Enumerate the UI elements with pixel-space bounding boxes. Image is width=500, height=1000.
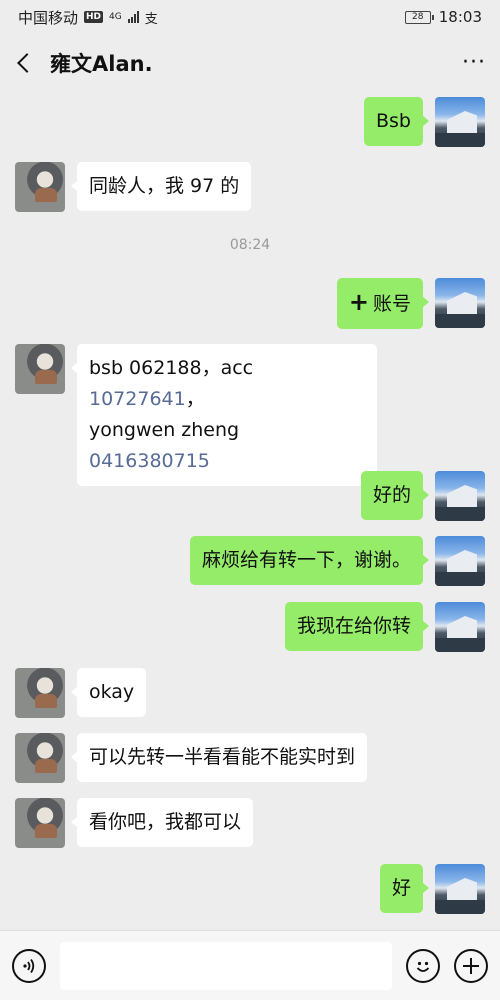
my-avatar[interactable] — [435, 602, 485, 652]
battery-level: 28 — [412, 12, 424, 22]
battery-icon: 28 — [404, 10, 434, 24]
message-bubble[interactable]: 好 — [379, 864, 430, 913]
chat-title: 雍文Alan. — [50, 52, 153, 76]
phone-number-link[interactable]: 0416380715 — [89, 450, 210, 472]
account-name: yongwen zheng — [89, 419, 240, 441]
contact-avatar[interactable] — [15, 344, 65, 394]
my-avatar[interactable] — [435, 471, 485, 521]
add-icon — [463, 957, 479, 974]
network-label: 4G — [109, 12, 122, 22]
message-bubble[interactable]: bsb 062188，acc 10727641， yongwen zheng 0… — [71, 344, 377, 486]
message-bubble[interactable]: Bsb — [364, 97, 429, 146]
my-avatar[interactable] — [435, 278, 485, 328]
my-avatar[interactable] — [435, 97, 485, 147]
message-bubble[interactable]: 麻烦给有转一下，谢谢。 — [189, 536, 430, 585]
emoji-icon[interactable] — [406, 948, 440, 983]
contact-avatar[interactable] — [15, 798, 65, 848]
message-incoming: 看你吧，我都可以 — [15, 798, 254, 848]
carrier-label: 中国移动 — [18, 8, 79, 27]
message-outgoing: 麻烦给有转一下，谢谢。 — [189, 536, 485, 586]
message-outgoing: 好的 — [360, 471, 485, 521]
voice-wave-icon — [23, 958, 35, 973]
payment-icon: 支 — [144, 11, 158, 27]
message-incoming: 可以先转一半看看能不能实时到 — [15, 733, 368, 783]
chat-header: 雍文Alan. ··· — [0, 34, 500, 92]
contact-avatar[interactable] — [15, 733, 65, 783]
message-outgoing: Bsb — [364, 97, 485, 147]
more-options-icon[interactable]: ··· — [462, 52, 486, 74]
message-input[interactable] — [60, 941, 392, 990]
message-timestamp: 08:24 — [229, 237, 271, 253]
message-bubble[interactable]: 可以先转一半看看能不能实时到 — [70, 733, 368, 782]
message-bubble[interactable]: + 账号 — [336, 278, 430, 329]
input-bar — [0, 930, 500, 1000]
message-bubble[interactable]: 我现在给你转 — [284, 602, 430, 651]
message-bubble[interactable]: 好的 — [360, 471, 430, 520]
clock: 18:03 — [438, 8, 482, 26]
account-text: bsb 062188，acc — [89, 357, 254, 379]
account-number-link[interactable]: 10727641 — [89, 388, 186, 410]
contact-avatar[interactable] — [15, 162, 65, 212]
message-bubble[interactable]: 看你吧，我都可以 — [70, 798, 254, 847]
my-avatar[interactable] — [435, 536, 485, 586]
my-avatar[interactable] — [435, 864, 485, 914]
message-bubble[interactable]: 同龄人，我 97 的 — [70, 162, 252, 211]
back-icon[interactable] — [14, 53, 34, 73]
signal-icon — [127, 11, 139, 23]
voice-icon[interactable] — [12, 948, 46, 983]
message-outgoing: + 账号 — [336, 278, 485, 329]
hd-icon: HD — [84, 11, 104, 23]
separator: ， — [185, 388, 205, 410]
message-incoming: 同龄人，我 97 的 — [15, 162, 252, 212]
message-text: 账号 — [372, 293, 411, 315]
message-list[interactable]: Bsb 同龄人，我 97 的 08:24 + 账号 bsb 062188，acc … — [0, 92, 500, 930]
message-incoming: okay — [15, 668, 147, 718]
message-incoming: bsb 062188，acc 10727641， yongwen zheng 0… — [15, 344, 377, 486]
message-outgoing: 我现在给你转 — [284, 602, 485, 652]
message-bubble[interactable]: okay — [70, 668, 147, 717]
contact-avatar[interactable] — [15, 668, 65, 718]
plus-icon[interactable] — [454, 948, 488, 983]
plus-icon: + — [348, 288, 369, 316]
status-bar: 中国移动 HD 4G 支 28 18:03 — [0, 0, 500, 34]
smiley-face-icon — [416, 961, 430, 972]
message-outgoing: 好 — [379, 864, 485, 914]
